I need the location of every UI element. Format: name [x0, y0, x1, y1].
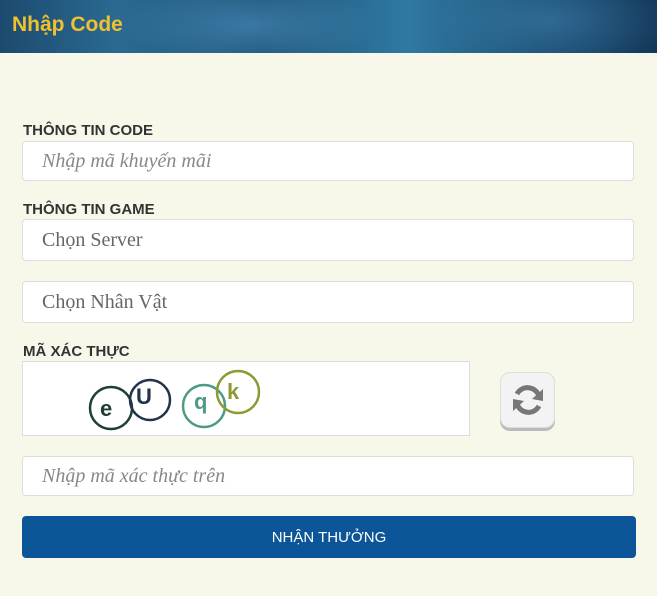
- captcha-char: q: [194, 389, 207, 414]
- promo-code-input[interactable]: Nhập mã khuyến mãi: [22, 141, 634, 181]
- captcha-char: U: [136, 384, 152, 409]
- captcha-char: e: [100, 396, 112, 421]
- captcha-refresh-button[interactable]: [500, 372, 555, 428]
- game-section-label: THÔNG TIN GAME: [23, 201, 155, 218]
- code-section-label: THÔNG TIN CODE: [23, 122, 153, 139]
- refresh-icon: [508, 380, 548, 420]
- server-select[interactable]: Chọn Server: [22, 219, 634, 261]
- captcha-char: k: [227, 379, 240, 404]
- captcha-image: e U q k: [22, 361, 470, 436]
- claim-reward-button[interactable]: NHẬN THƯỞNG: [22, 516, 636, 558]
- header-banner: Nhập Code: [0, 0, 657, 53]
- captcha-input[interactable]: Nhập mã xác thực trên: [22, 456, 634, 496]
- character-select[interactable]: Chọn Nhân Vật: [22, 281, 634, 323]
- captcha-section-label: MÃ XÁC THỰC: [23, 343, 130, 360]
- page-title: Nhập Code: [12, 13, 123, 36]
